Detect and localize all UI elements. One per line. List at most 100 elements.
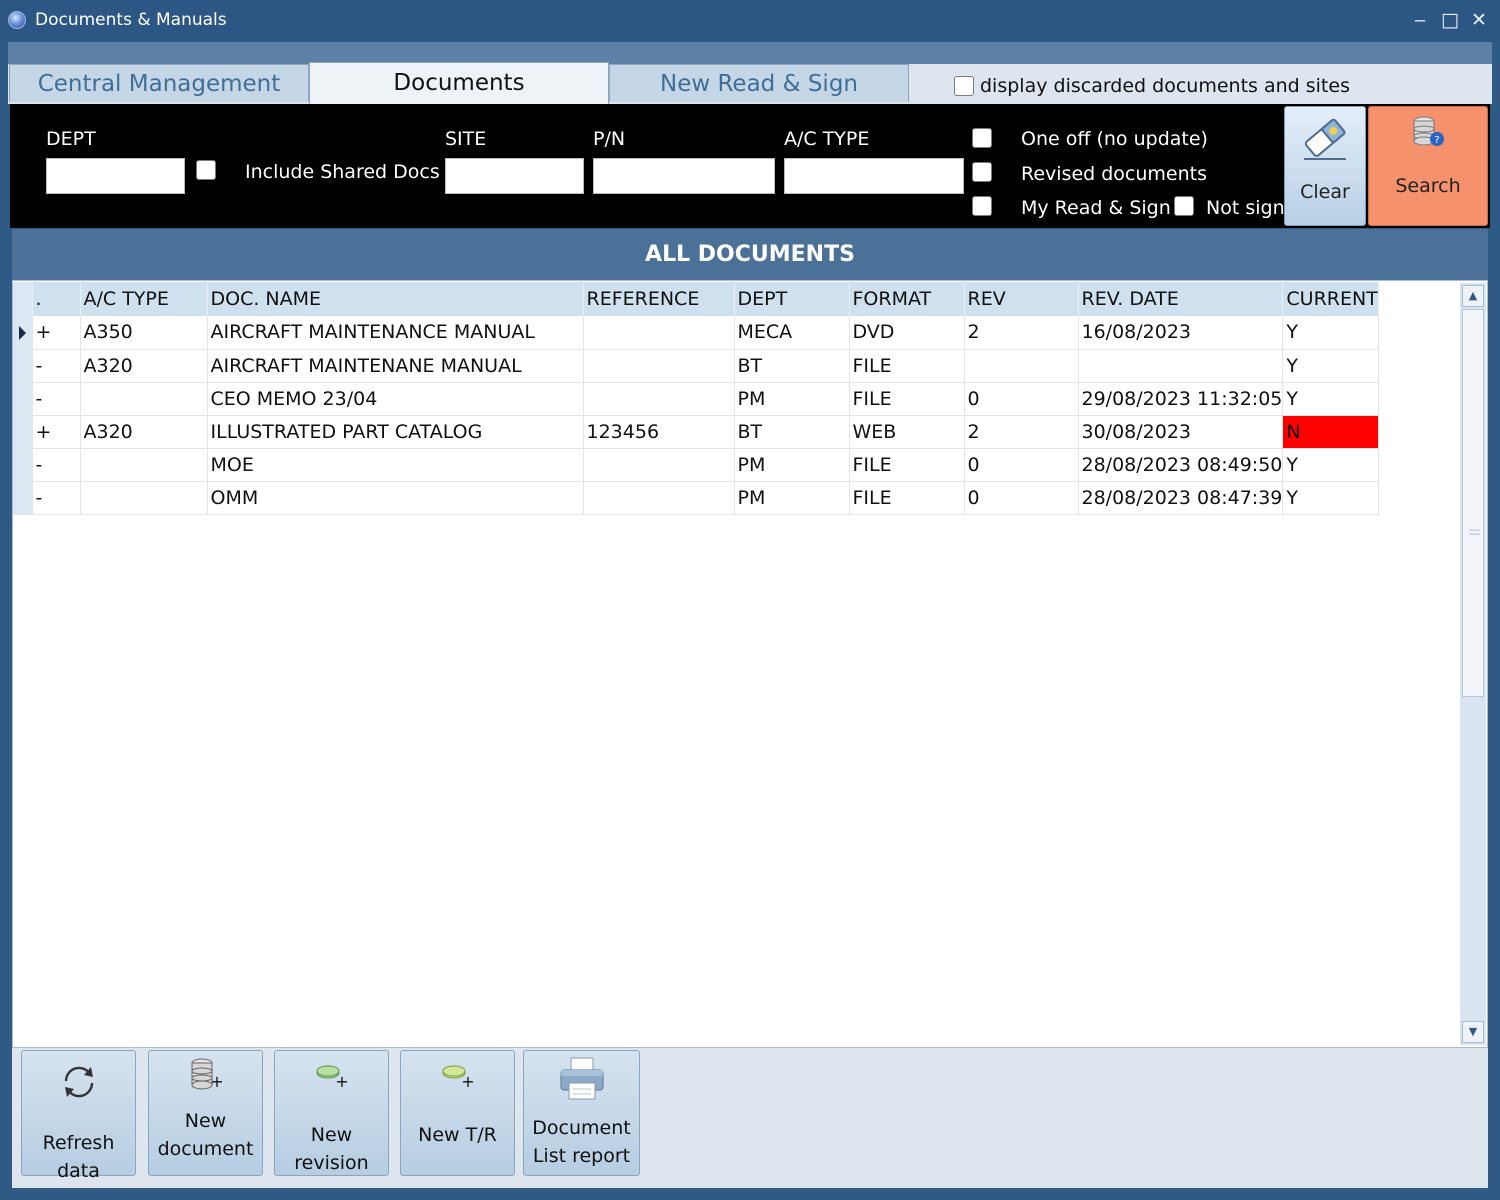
row-selector[interactable] (13, 382, 33, 416)
cell-reference[interactable] (583, 481, 735, 515)
cell-dept[interactable]: PM (734, 448, 850, 482)
row-selector[interactable] (13, 481, 33, 515)
cell-current[interactable]: Y (1282, 481, 1379, 515)
tab-central-management[interactable]: Central Management (9, 64, 309, 102)
cell-ac-type[interactable]: A320 (80, 349, 208, 383)
maximize-button[interactable]: □ (1438, 8, 1462, 32)
cell-reference[interactable] (583, 382, 735, 416)
minimize-button[interactable]: ‒ (1408, 8, 1432, 32)
cell-reference[interactable] (583, 448, 735, 482)
grid-vertical-scrollbar[interactable]: ▲ ― ― ▼ (1460, 283, 1486, 1045)
my-read-sign-checkbox[interactable] (972, 196, 992, 216)
cell-ac-type[interactable] (80, 382, 208, 416)
col-rev-date[interactable]: REV. DATE (1078, 282, 1284, 316)
one-off-checkbox[interactable] (972, 128, 992, 148)
cell-expand[interactable]: + (32, 316, 81, 350)
cell-rev-date[interactable] (1078, 349, 1284, 383)
table-row[interactable]: - A320 AIRCRAFT MAINTENANE MANUAL BT FIL… (13, 349, 1379, 383)
scroll-down-button[interactable]: ▼ (1462, 1021, 1484, 1043)
cell-rev-date[interactable]: 16/08/2023 (1078, 316, 1284, 350)
cell-reference[interactable]: 123456 (583, 415, 735, 449)
cell-dept[interactable]: MECA (734, 316, 850, 350)
cell-ac-type[interactable] (80, 481, 208, 515)
refresh-data-button[interactable]: Refresh data (21, 1050, 136, 1182)
cell-doc-name[interactable]: CEO MEMO 23/04 (207, 382, 584, 416)
cell-dept[interactable]: BT (734, 415, 850, 449)
cell-rev-date[interactable]: 28/08/2023 08:49:50 (1078, 448, 1284, 482)
display-discarded-option[interactable]: display discarded documents and sites (954, 75, 1350, 97)
col-reference[interactable]: REFERENCE (583, 282, 735, 316)
new-document-button[interactable]: + New document (148, 1050, 263, 1176)
search-button[interactable]: ? Search (1368, 106, 1488, 226)
site-input[interactable] (445, 158, 584, 194)
cell-ac-type[interactable] (80, 448, 208, 482)
table-row[interactable]: + A350 AIRCRAFT MAINTENANCE MANUAL MECA … (13, 316, 1379, 350)
cell-doc-name[interactable]: MOE (207, 448, 584, 482)
tab-new-read-sign[interactable]: New Read & Sign (609, 64, 909, 102)
close-button[interactable]: ✕ (1467, 8, 1491, 32)
cell-expand[interactable]: - (32, 481, 81, 515)
cell-dept[interactable]: PM (734, 481, 850, 515)
col-rev[interactable]: REV (964, 282, 1079, 316)
cell-expand[interactable]: - (32, 349, 81, 383)
table-row[interactable]: - MOE PM FILE 0 28/08/2023 08:49:50 Y (13, 448, 1379, 482)
row-selector[interactable] (13, 349, 33, 383)
cell-current[interactable]: Y (1282, 349, 1379, 383)
cell-rev-date[interactable]: 30/08/2023 (1078, 415, 1284, 449)
row-selector[interactable] (13, 415, 33, 449)
col-format[interactable]: FORMAT (849, 282, 965, 316)
cell-expand[interactable]: - (32, 382, 81, 416)
new-revision-button[interactable]: + New revision (274, 1050, 389, 1176)
cell-format[interactable]: DVD (849, 316, 965, 350)
cell-rev[interactable]: 2 (964, 316, 1079, 350)
cell-rev[interactable]: 0 (964, 382, 1079, 416)
cell-doc-name[interactable]: ILLUSTRATED PART CATALOG (207, 415, 584, 449)
cell-expand[interactable]: - (32, 448, 81, 482)
col-doc-name[interactable]: DOC. NAME (207, 282, 584, 316)
cell-dept[interactable]: PM (734, 382, 850, 416)
cell-format[interactable]: WEB (849, 415, 965, 449)
cell-reference[interactable] (583, 349, 735, 383)
scroll-up-button[interactable]: ▲ (1462, 285, 1484, 307)
cell-format[interactable]: FILE (849, 382, 965, 416)
cell-doc-name[interactable]: AIRCRAFT MAINTENANCE MANUAL (207, 316, 584, 350)
cell-rev-date[interactable]: 28/08/2023 08:47:39 (1078, 481, 1284, 515)
cell-doc-name[interactable]: AIRCRAFT MAINTENANE MANUAL (207, 349, 584, 383)
table-row[interactable]: - CEO MEMO 23/04 PM FILE 0 29/08/2023 11… (13, 382, 1379, 416)
cell-rev-date[interactable]: 29/08/2023 11:32:05 (1078, 382, 1284, 416)
cell-current[interactable]: Y (1282, 448, 1379, 482)
cell-current[interactable]: Y (1282, 382, 1379, 416)
cell-reference[interactable] (583, 316, 735, 350)
include-shared-checkbox[interactable] (196, 160, 216, 180)
table-row[interactable]: + A320 ILLUSTRATED PART CATALOG 123456 B… (13, 415, 1379, 449)
col-ac-type[interactable]: A/C TYPE (80, 282, 208, 316)
not-signed-checkbox[interactable] (1174, 196, 1194, 216)
display-discarded-checkbox[interactable] (954, 76, 974, 96)
scroll-thumb[interactable]: ― ― (1462, 309, 1484, 697)
cell-current-not-current[interactable]: N (1282, 415, 1379, 449)
cell-dept[interactable]: BT (734, 349, 850, 383)
pn-input[interactable] (593, 158, 775, 194)
col-dept[interactable]: DEPT (734, 282, 850, 316)
cell-expand[interactable]: + (32, 415, 81, 449)
dept-input[interactable] (46, 158, 185, 194)
row-selector[interactable] (13, 448, 33, 482)
cell-rev[interactable]: 0 (964, 448, 1079, 482)
cell-ac-type[interactable]: A320 (80, 415, 208, 449)
row-selector[interactable] (13, 316, 33, 350)
cell-format[interactable]: FILE (849, 448, 965, 482)
tab-documents[interactable]: Documents (309, 62, 609, 104)
cell-rev[interactable]: 0 (964, 481, 1079, 515)
cell-format[interactable]: FILE (849, 481, 965, 515)
document-list-report-button[interactable]: Document List report (523, 1050, 640, 1176)
clear-button[interactable]: Clear (1284, 106, 1366, 226)
col-current[interactable]: CURRENT (1282, 282, 1379, 316)
cell-format[interactable]: FILE (849, 349, 965, 383)
cell-ac-type[interactable]: A350 (80, 316, 208, 350)
actype-input[interactable] (784, 158, 964, 194)
cell-doc-name[interactable]: OMM (207, 481, 584, 515)
cell-rev[interactable]: 2 (964, 415, 1079, 449)
new-tr-button[interactable]: + New T/R (400, 1050, 515, 1176)
table-row[interactable]: - OMM PM FILE 0 28/08/2023 08:47:39 Y (13, 481, 1379, 515)
cell-rev[interactable] (964, 349, 1079, 383)
